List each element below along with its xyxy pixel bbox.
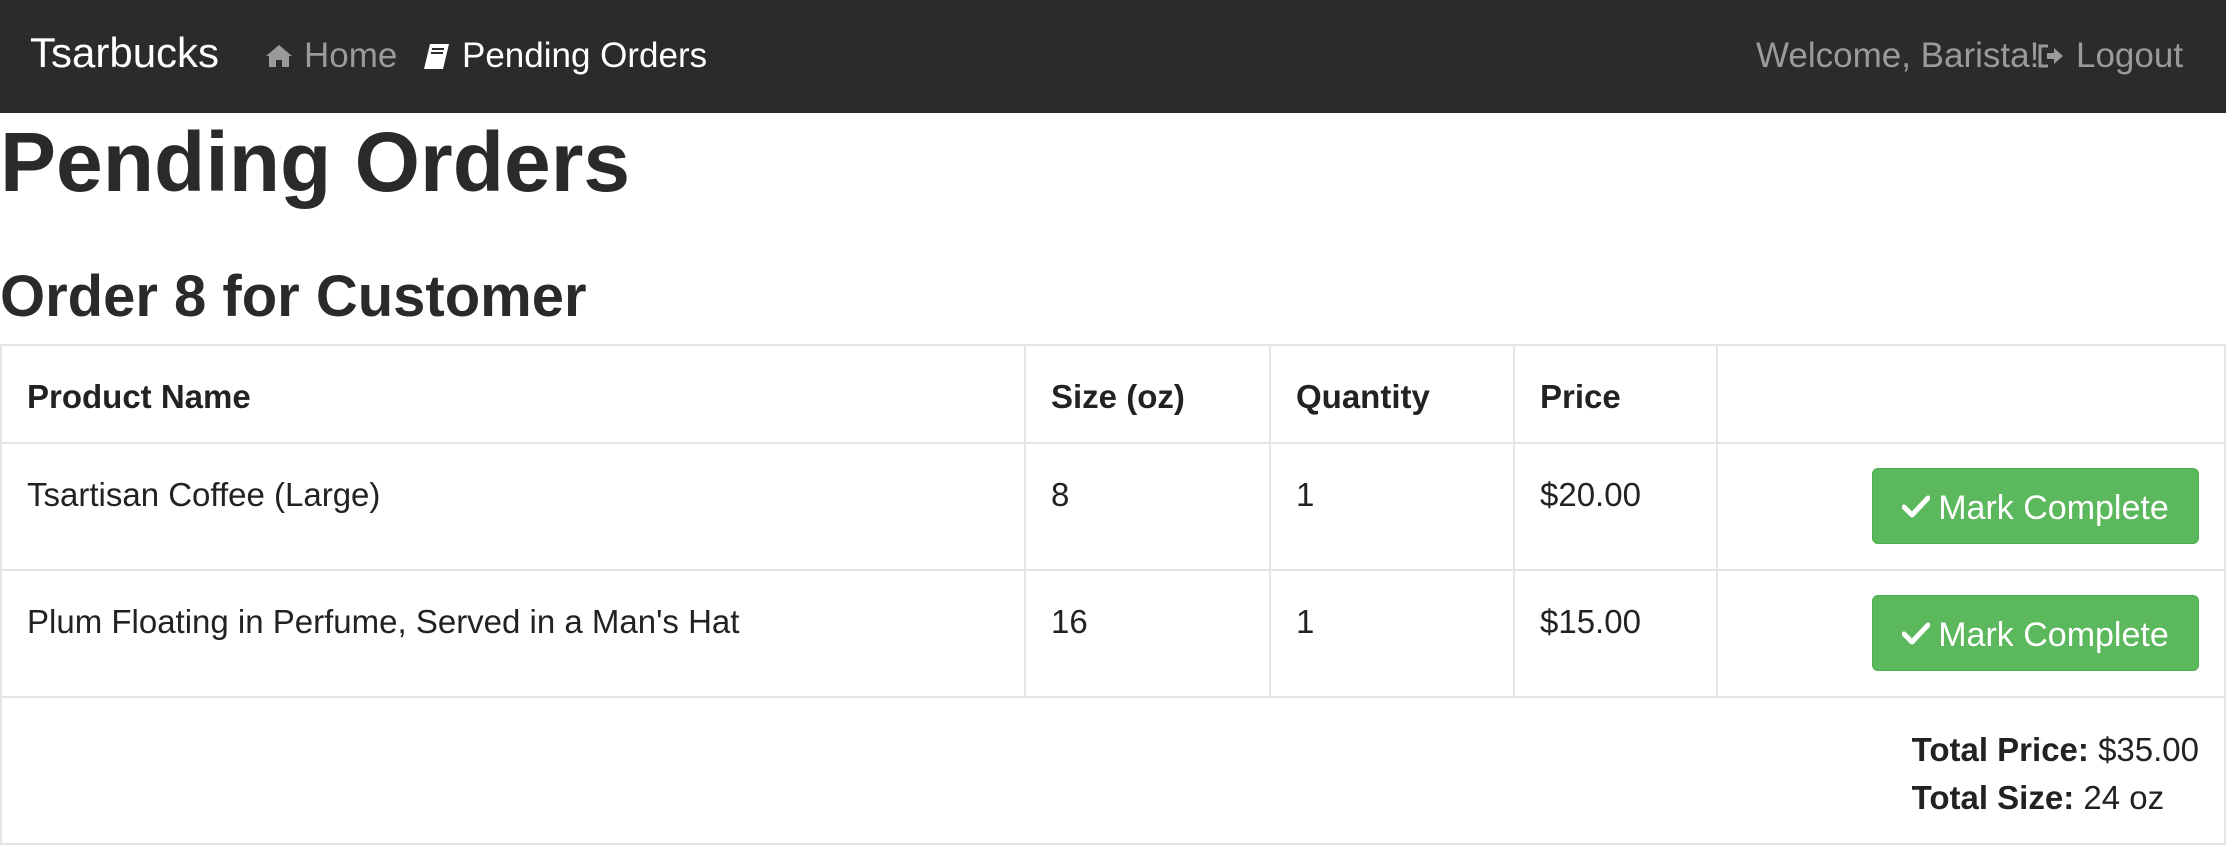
check-icon [1902,622,1931,645]
welcome-text: Welcome, Barista! [1756,36,2040,75]
column-header-action [1716,344,2226,444]
action-cell: Mark Complete [1716,569,2226,698]
total-price: Total Price: $35.00 [1912,726,2199,774]
mark-complete-button[interactable]: Mark Complete [1872,468,2199,544]
total-price-value: $35.00 [2098,731,2199,768]
size-cell: 16 [1024,569,1271,698]
price-cell: $15.00 [1513,569,1718,698]
nav-link-pending-orders[interactable]: Pending Orders [422,36,707,76]
product-name-cell: Tsartisan Coffee (Large) [0,442,1026,571]
column-header-price: Price [1513,344,1718,444]
logout-label: Logout [2076,36,2184,75]
total-size-value: 24 oz [2083,779,2165,816]
home-icon [266,45,292,67]
page-title: Pending Orders [0,115,631,209]
check-icon [1902,495,1931,518]
mark-complete-button[interactable]: Mark Complete [1872,595,2199,671]
total-price-label: Total Price: [1911,731,2089,768]
nav-link-home-label: Home [304,36,398,75]
totals-block: Total Price: $35.00 Total Size: 24 oz [1912,726,2199,822]
table-row: Tsartisan Coffee (Large) 8 1 $20.00 Mark… [0,442,2226,571]
table-row: Plum Floating in Perfume, Served in a Ma… [0,569,2226,698]
quantity-cell: 1 [1269,442,1515,571]
navbar: Tsarbucks Home Pending Orders Welcome, B… [0,0,2226,113]
column-header-size: Size (oz) [1024,344,1271,444]
mark-complete-label: Mark Complete [1938,489,2169,527]
nav-link-home[interactable]: Home [264,36,397,76]
book-icon [424,44,449,69]
order-table: Product Name Size (oz) Quantity Price Ts… [0,344,2226,845]
quantity-cell: 1 [1269,569,1515,698]
mark-complete-label: Mark Complete [1938,616,2169,654]
total-size-label: Total Size: [1911,779,2075,816]
table-header-row: Product Name Size (oz) Quantity Price [0,344,2226,444]
logout-icon [2038,44,2063,68]
brand-logo[interactable]: Tsarbucks [30,29,219,77]
action-cell: Mark Complete [1716,442,2226,571]
size-cell: 8 [1024,442,1271,571]
price-cell: $20.00 [1513,442,1718,571]
product-name-cell: Plum Floating in Perfume, Served in a Ma… [0,569,1026,698]
column-header-quantity: Quantity [1269,344,1515,444]
total-size: Total Size: 24 oz [1912,774,2199,822]
column-header-product-name: Product Name [0,344,1026,444]
totals-row: Total Price: $35.00 Total Size: 24 oz [0,696,2226,845]
totals-cell: Total Price: $35.00 Total Size: 24 oz [0,696,2226,845]
logout-link[interactable]: Logout [2036,36,2183,76]
order-title: Order 8 for Customer [0,264,587,329]
nav-link-pending-orders-label: Pending Orders [462,36,708,75]
